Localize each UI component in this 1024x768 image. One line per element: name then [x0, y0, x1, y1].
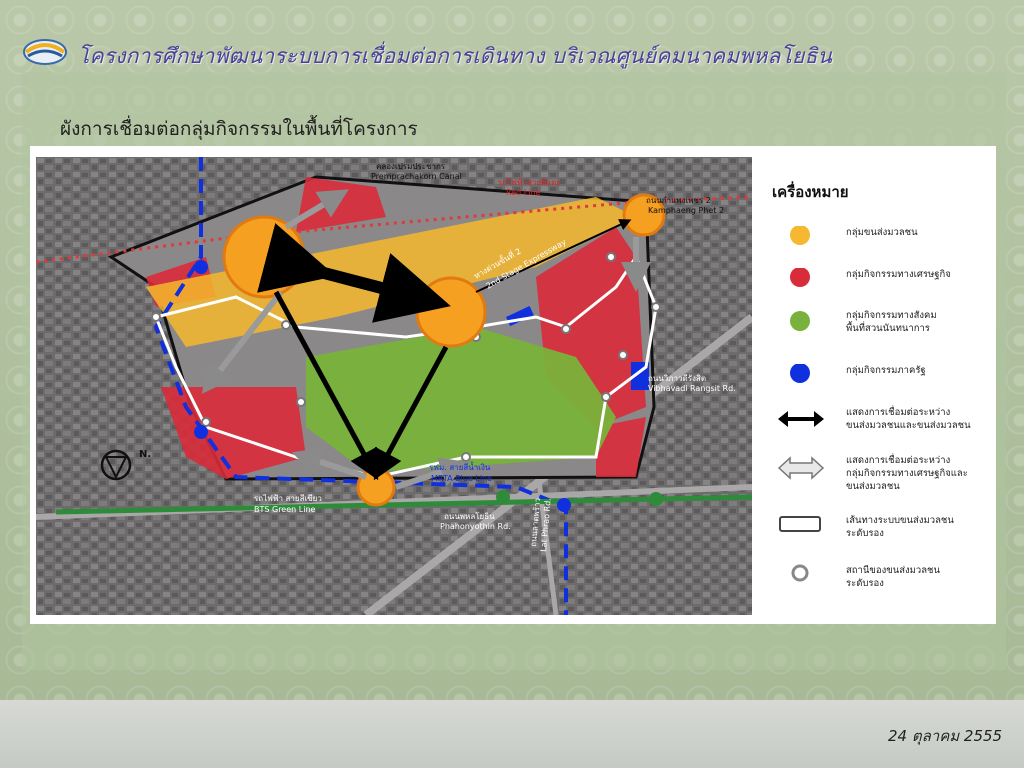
label-mrta-en: MRTA Blue Line — [431, 474, 492, 483]
mrta-station-west — [194, 425, 208, 439]
label-canal-en: Premprachakorn Canal — [371, 172, 462, 181]
legend-label: กลุ่มกิจกรรมทางเศรษฐกิจ — [846, 269, 951, 280]
label-vibhavadi-th: ถนนวิภาวดีรังสิต — [648, 374, 706, 383]
legend-item-transit-connection: แสดงการเชื่อมต่อระหว่าง ขนส่งมวลชนและขนส… — [770, 406, 1000, 446]
legend-label: พื้นที่สวนนันทนาการ — [846, 323, 930, 334]
footer-date: 24 ตุลาคม 2555 — [888, 727, 1003, 745]
label-redline-en: Red Line — [506, 188, 540, 197]
rounded-rectangle-icon — [779, 516, 821, 532]
legend-label: แสดงการเชื่อมต่อระหว่าง — [846, 455, 951, 466]
header-title: โครงการศึกษาพัฒนาระบบการเชื่อมต่อการเดิน… — [78, 44, 833, 68]
footer-band — [0, 700, 1024, 768]
legend-label: ระดับรอง — [846, 528, 884, 539]
gray-double-arrow-icon — [777, 456, 825, 480]
legend-label: กลุ่มกิจกรรมทางเศรษฐกิจและ — [846, 468, 968, 479]
ring-icon — [791, 564, 809, 582]
logo-icon — [23, 39, 67, 65]
activity-connection-map: คลองเปรมประชากร Premprachakorn Canal รถไ… — [36, 157, 752, 615]
legend-title: เครื่องหมาย — [772, 183, 849, 201]
legend-item-secondary-station: สถานีของขนส่งมวลชน ระดับรอง — [770, 564, 1000, 604]
legend-label: ขนส่งมวลชนและขนส่งมวลชน — [846, 420, 971, 431]
label-phahon-en: Phahonyothin Rd. — [440, 522, 511, 531]
legend-label: สถานีของขนส่งมวลชน — [846, 565, 941, 576]
label-mrta-th: รฟม. สายสีน้ำเงิน — [429, 461, 491, 472]
label-bts-th: รถไฟฟ้า สายสีเขียว — [254, 494, 322, 503]
legend-label: กลุ่มขนส่งมวลชน — [846, 227, 918, 238]
label-north: N. — [139, 449, 151, 460]
label-vibhavadi-en: Vibhavadi Rangsit Rd. — [648, 384, 736, 393]
label-bts-en: BTS Green Line — [254, 505, 316, 514]
legend-label: กลุ่มกิจกรรมทางสังคม — [846, 310, 937, 321]
red-circle-icon — [790, 268, 810, 287]
transit-hub-mid — [415, 276, 487, 348]
label-phahon-th: ถนนพหลโยธิน — [444, 511, 495, 521]
bts-station-2 — [649, 492, 663, 506]
mrta-station-south — [557, 498, 571, 512]
blue-circle-icon — [790, 364, 810, 383]
legend-item-secondary-route: เส้นทางระบบขนส่งมวลชน ระดับรอง — [770, 514, 1000, 554]
legend-label: ระดับรอง — [846, 578, 884, 589]
black-double-arrow-icon — [778, 411, 824, 427]
legend-label: กลุ่มกิจกรรมภาครัฐ — [846, 365, 926, 376]
legend-item-government: กลุ่มกิจกรรมภาครัฐ — [770, 364, 1000, 404]
label-kamphaeng-th: ถนนกำแพงเพชร 2 — [646, 196, 711, 205]
page-subtitle: ผังการเชื่อมต่อกลุ่มกิจกรรมในพื้นที่โครง… — [60, 118, 418, 140]
legend-label: ขนส่งมวลชน — [846, 481, 900, 492]
legend-item-social: กลุ่มกิจกรรมทางสังคม พื้นที่สวนนันทนาการ — [770, 309, 1000, 349]
yellow-circle-icon — [790, 226, 810, 245]
label-redline-th: รถไฟฟ้าสายสีแดง — [498, 178, 560, 187]
transit-hub-bangsue — [222, 215, 306, 299]
legend-item-economic: กลุ่มกิจกรรมทางเศรษฐกิจ — [770, 268, 1000, 308]
label-kamphaeng-en: Kamphaeng Phet 2 — [648, 206, 724, 215]
legend-label: แสดงการเชื่อมต่อระหว่าง — [846, 407, 951, 418]
green-circle-icon — [790, 311, 810, 331]
bts-station-1 — [496, 490, 510, 504]
mrta-station-north — [194, 260, 208, 274]
legend-item-transit: กลุ่มขนส่งมวลชน — [770, 226, 1000, 266]
legend-label: เส้นทางระบบขนส่งมวลชน — [846, 515, 954, 526]
label-canal-th: คลองเปรมประชากร — [376, 162, 446, 171]
legend-item-economic-connection: แสดงการเชื่อมต่อระหว่าง กลุ่มกิจกรรมทางเ… — [770, 454, 1000, 494]
